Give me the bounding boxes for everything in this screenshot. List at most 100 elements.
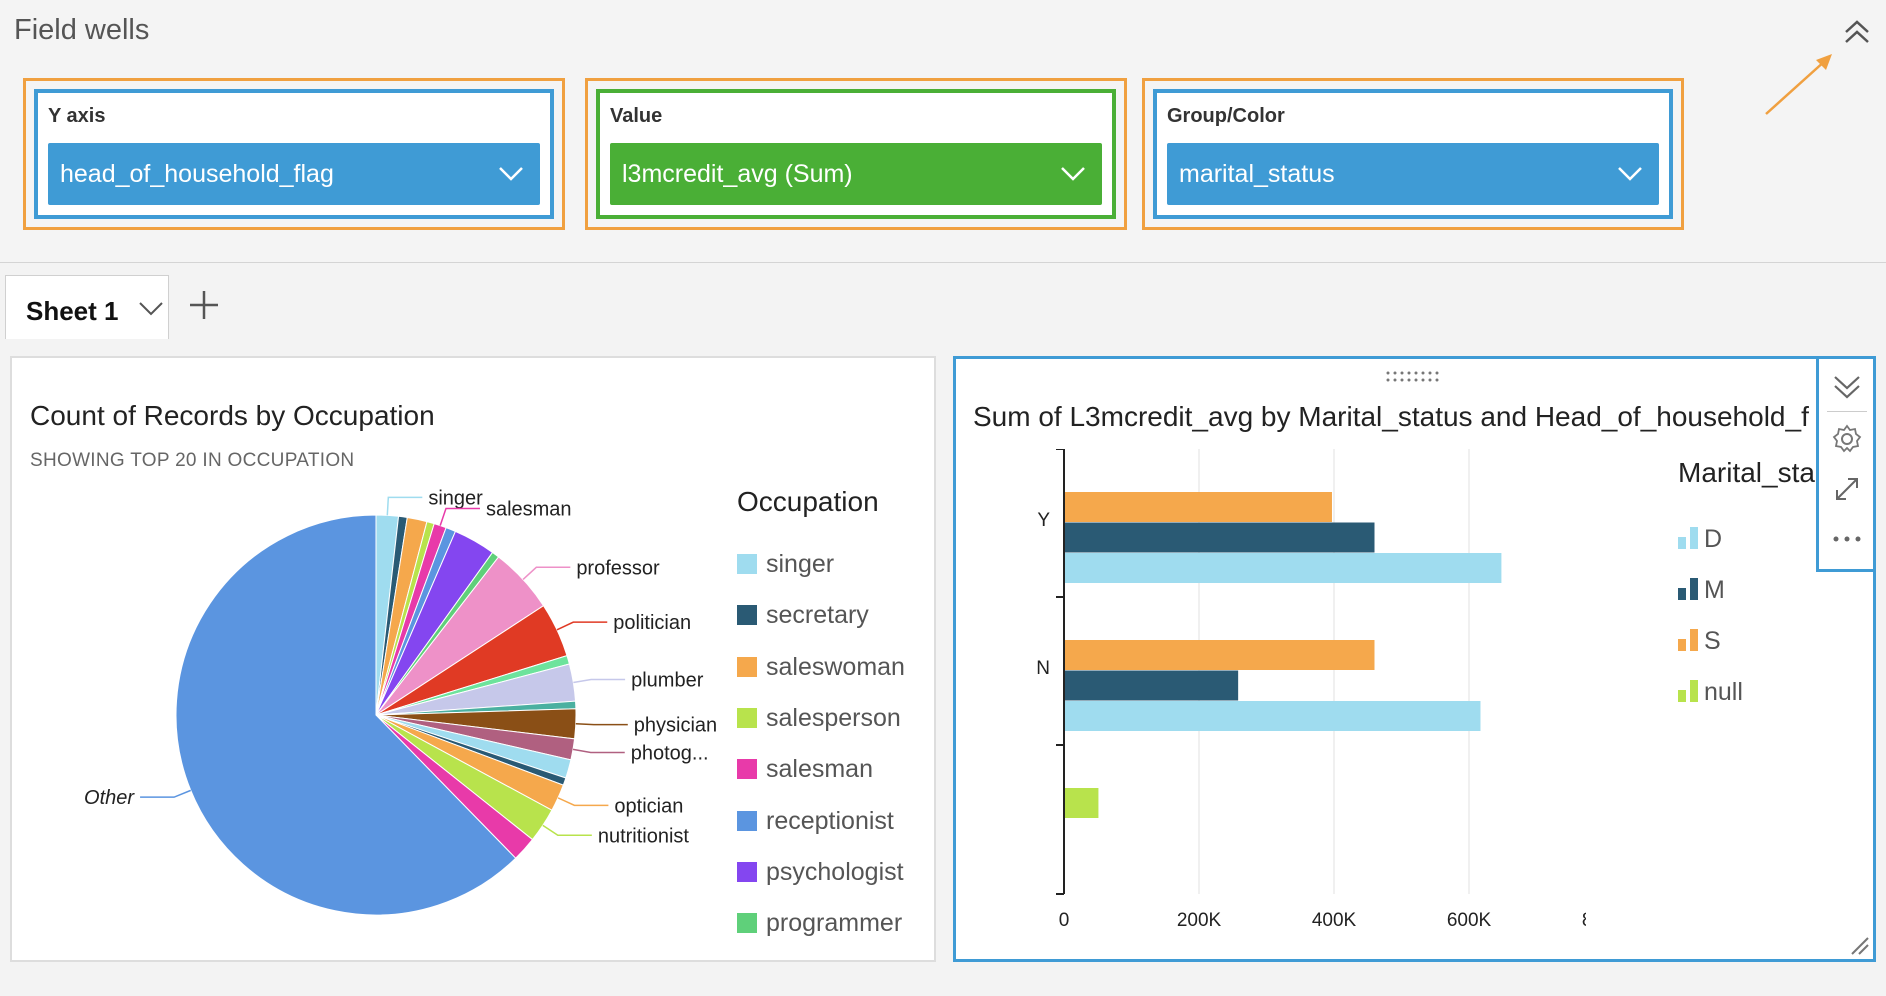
chevron-down-icon [1618,167,1642,181]
legend-item-label[interactable]: receptionist [766,807,894,836]
bar[interactable] [1065,788,1099,818]
pie-leader-line [573,678,626,684]
bar[interactable] [1065,553,1502,583]
bar[interactable] [1065,701,1481,731]
x-tick-label: 400K [1312,910,1357,929]
bar[interactable] [1065,492,1332,522]
pie-chart-title: Count of Records by Occupation [30,400,435,431]
bar-chart-visual[interactable]: Sum of L3mcredit_avg by Marital_status a… [953,356,1876,962]
chevron-down-icon [1061,167,1085,181]
bar[interactable] [1065,670,1239,701]
group-color-field-value: marital_status [1179,160,1335,188]
pie-slice-label: optician [614,795,683,817]
collapse-down-icon[interactable] [1829,369,1865,405]
legend-bar-icon [1678,629,1698,651]
group-color-well-box: Group/Color marital_status [1153,89,1673,219]
y-axis-well-label: Y axis [48,105,106,127]
field-wells-title: Field wells [14,14,150,46]
visual-toolbar [1816,356,1876,572]
pie-chart-visual[interactable]: Count of Records by Occupation SHOWING T… [10,356,936,962]
pie-slice-label: Other [84,787,135,809]
legend-swatch [737,810,757,831]
pie-leader-line [556,621,608,631]
legend-item-label[interactable]: salesperson [766,704,901,733]
legend-bar-icon [1678,680,1698,702]
pie-leader-line [542,824,592,837]
legend-swatch [737,707,757,728]
legend-item-label[interactable]: S [1704,627,1721,656]
y-category-label: N [1036,658,1050,679]
legend-item-label[interactable]: secretary [766,601,869,630]
gear-icon[interactable] [1829,421,1865,457]
pie-slice-label: politician [613,612,691,634]
y-category-label: Y [1037,510,1050,531]
y-axis-field-value: head_of_household_flag [60,160,334,188]
pie-leader-line [386,496,423,516]
legend-bar-icon [1678,527,1698,549]
pie-slice-label: nutritionist [598,825,690,847]
collapse-up-icon[interactable] [1840,16,1874,50]
legend-item-label[interactable]: singer [766,550,834,579]
pie-slice-label: plumber [631,670,704,692]
y-axis-well-box: Y axis head_of_household_flag [34,89,554,219]
legend-item-label[interactable]: null [1704,678,1743,707]
pie-legend-title: Occupation [737,486,879,517]
y-axis-field-dropdown[interactable]: head_of_household_flag [48,143,540,205]
pie-slice-label: photog... [631,742,709,764]
legend-swatch [737,656,757,677]
legend-item-label[interactable]: D [1704,525,1722,554]
pie-leader-line [439,507,480,526]
value-well-label: Value [610,105,663,127]
toolbar-divider [1827,411,1867,412]
legend-item-label[interactable]: psychologist [766,858,904,887]
pie-slice-label: professor [576,557,660,579]
group-color-field-dropdown[interactable]: marital_status [1167,143,1659,205]
more-options-icon[interactable] [1829,521,1865,557]
resize-handle-icon[interactable] [1848,934,1870,956]
pie-leader-line [557,797,609,807]
bar-chart-title: Sum of L3mcredit_avg by Marital_status a… [973,401,1809,432]
bar[interactable] [1065,640,1375,670]
group-color-well: Group/Color marital_status [1142,78,1684,230]
pie-slice-label: physician [634,715,717,737]
field-wells-panel: Field wells Y axis head_of_household_fla… [0,0,1886,263]
add-sheet-plus-icon[interactable] [186,287,222,323]
y-axis-well: Y axis head_of_household_flag [23,78,565,230]
pie-slice-label: salesman [486,499,572,521]
sheet-tab-bar: Sheet 1 [0,263,1886,339]
value-well: Value l3mcredit_avg (Sum) [585,78,1127,230]
tab-sheet-1[interactable]: Sheet 1 [5,275,169,339]
x-tick-label: 200K [1177,910,1222,929]
expand-icon[interactable] [1829,471,1865,507]
legend-item-label[interactable]: M [1704,576,1725,605]
legend-item-label[interactable]: saleswoman [766,653,905,682]
bar-legend-title: Marital_sta [1678,457,1815,488]
legend-swatch [737,913,757,934]
tab-sheet-1-label: Sheet 1 [26,296,119,326]
chevron-down-icon[interactable] [138,300,164,318]
x-tick-label: 0 [1059,910,1070,929]
bar-chart-plot: 0 200K 400K 600K 800K Y N [1036,449,1586,929]
value-well-box: Value l3mcredit_avg (Sum) [596,89,1116,219]
group-color-well-label: Group/Color [1167,105,1285,127]
legend-swatch [737,605,757,626]
legend-swatch [737,861,757,882]
legend-swatch [737,554,757,574]
pie-leader-line [522,566,571,581]
pie-leader-line [572,748,625,754]
pie-chart-plot: singersalesman professor politician plumber… [84,487,717,916]
pie-leader-line [575,723,628,726]
x-tick-label: 600K [1447,910,1492,929]
bar[interactable] [1065,522,1375,553]
legend-item-label[interactable]: programmer [766,909,902,938]
value-field-dropdown[interactable]: l3mcredit_avg (Sum) [610,143,1102,205]
annotation-arrow-icon [1765,54,1832,115]
value-field-value: l3mcredit_avg (Sum) [622,160,853,188]
legend-item-label[interactable]: salesman [766,755,873,784]
legend-bar-icon [1678,578,1698,600]
legend-swatch [737,759,757,780]
chevron-down-icon [499,167,523,181]
pie-leader-line [140,789,192,798]
drag-handle-icon[interactable] [1384,370,1444,384]
pie-slice-label: singer [428,487,483,509]
